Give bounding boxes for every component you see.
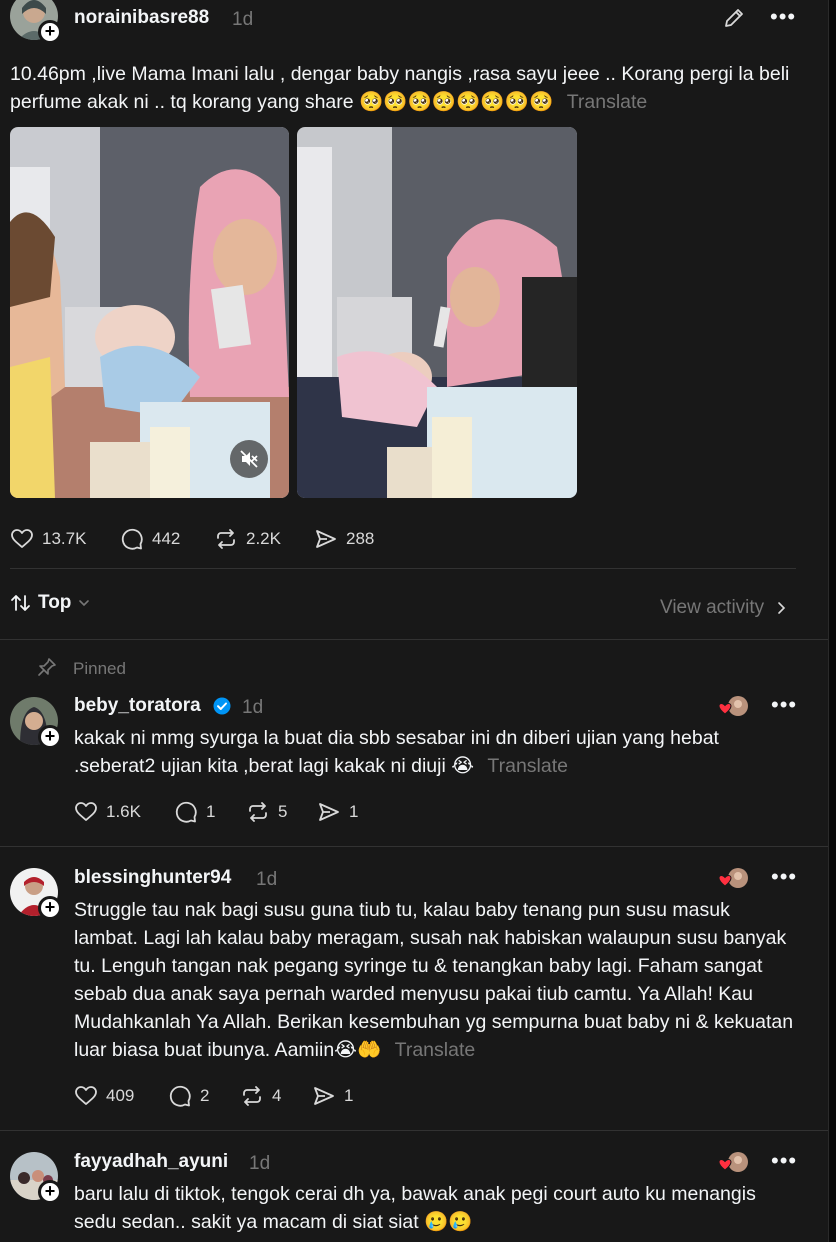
share-count: 288 <box>346 529 375 548</box>
divider <box>0 846 828 847</box>
comment-username[interactable]: beby_toratora <box>74 695 201 717</box>
heart-icon <box>75 802 97 821</box>
follow-plus-icon[interactable]: + <box>38 20 62 44</box>
share-button[interactable]: 1 <box>317 800 358 824</box>
share-button[interactable]: 1 <box>312 1084 353 1108</box>
comment-translate-link[interactable]: Translate <box>395 1039 476 1061</box>
reply-button[interactable]: 1 <box>174 800 215 824</box>
comment-avatar[interactable]: + <box>10 868 62 920</box>
repost-button[interactable]: 2.2K <box>214 527 281 551</box>
follow-plus-icon[interactable]: + <box>38 725 62 749</box>
window-edge <box>828 0 836 1242</box>
like-button[interactable]: 409 <box>74 1084 134 1108</box>
share-count: 1 <box>349 802 359 821</box>
like-count: 409 <box>106 1086 135 1105</box>
comment-text-block: Struggle tau nak bagi susu guna tiub tu,… <box>74 896 796 1064</box>
sort-dropdown[interactable]: Top <box>10 592 91 614</box>
edit-pencil-icon[interactable] <box>722 6 746 30</box>
repost-icon <box>243 1086 261 1106</box>
author-liked-indicator <box>718 868 748 888</box>
comment-avatar[interactable]: + <box>10 1152 62 1204</box>
author-liked-indicator <box>718 696 748 716</box>
comment-text: baru lalu di tiktok, tengok cerai dh ya,… <box>74 1183 756 1233</box>
comment-time: 1d <box>242 697 264 718</box>
pinned-label: Pinned <box>73 659 126 678</box>
post-text: 10.46pm ,live Mama Imani lalu , dengar b… <box>10 63 790 113</box>
divider <box>10 568 796 569</box>
video-2-image <box>297 127 577 498</box>
post-translate-link[interactable]: Translate <box>567 91 648 113</box>
comment-more-icon[interactable]: ••• <box>771 694 797 716</box>
repost-button[interactable]: 4 <box>240 1084 281 1108</box>
comment-bubble-icon <box>121 528 143 550</box>
chevron-right-icon <box>778 602 786 614</box>
comment-text: kakak ni mmg syurga la buat dia sbb sesa… <box>74 727 719 777</box>
verified-badge-icon <box>213 697 231 715</box>
view-activity-link[interactable]: View activity <box>660 597 786 619</box>
sort-arrows-icon <box>11 595 30 611</box>
like-button[interactable]: 1.6K <box>74 800 141 824</box>
follow-plus-icon[interactable]: + <box>38 1180 62 1204</box>
heart-icon <box>11 529 33 548</box>
comment-bubble-icon <box>169 1085 191 1107</box>
comment-time: 1d <box>256 869 278 890</box>
repost-count: 4 <box>272 1086 282 1105</box>
divider <box>0 639 828 640</box>
follow-plus-icon[interactable]: + <box>38 896 62 920</box>
post-video-2[interactable] <box>297 127 577 498</box>
sort-label: Top <box>38 592 72 613</box>
like-count: 13.7K <box>42 529 87 548</box>
repost-count: 2.2K <box>246 529 281 548</box>
post-text-block: 10.46pm ,live Mama Imani lalu , dengar b… <box>10 60 800 116</box>
comment-avatar[interactable]: + <box>10 697 62 749</box>
post-video-1[interactable] <box>10 127 289 498</box>
reply-count: 442 <box>152 529 181 548</box>
send-icon <box>316 530 336 548</box>
comment-text-block: baru lalu di tiktok, tengok cerai dh ya,… <box>74 1180 796 1236</box>
reply-count: 2 <box>200 1086 210 1105</box>
divider <box>0 1130 828 1131</box>
comment-username[interactable]: fayyadhah_ayuni <box>74 1151 228 1173</box>
speaker-muted-icon <box>240 450 258 468</box>
post-author-avatar[interactable]: + <box>10 0 62 44</box>
heart-icon <box>75 1086 97 1105</box>
like-button[interactable]: 13.7K <box>10 527 86 551</box>
like-count: 1.6K <box>106 802 141 821</box>
author-liked-indicator <box>718 1152 748 1172</box>
mute-button[interactable] <box>230 440 268 478</box>
post-username[interactable]: norainibasre88 <box>74 7 209 29</box>
comment-more-icon[interactable]: ••• <box>771 1150 797 1172</box>
share-count: 1 <box>344 1086 354 1105</box>
comment-bubble-icon <box>175 801 197 823</box>
share-button[interactable]: 288 <box>314 527 374 551</box>
reply-button[interactable]: 2 <box>168 1084 209 1108</box>
comment-time: 1d <box>249 1153 271 1174</box>
pin-icon <box>38 658 56 676</box>
comment-username[interactable]: blessinghunter94 <box>74 867 231 889</box>
comment-more-icon[interactable]: ••• <box>771 866 797 888</box>
chevron-down-icon <box>79 600 90 607</box>
repost-count: 5 <box>278 802 288 821</box>
post-more-icon[interactable]: ••• <box>770 6 796 28</box>
post-time: 1d <box>232 9 254 30</box>
repost-icon <box>217 529 235 549</box>
comment-text: Struggle tau nak bagi susu guna tiub tu,… <box>74 899 794 1061</box>
reply-count: 1 <box>206 802 216 821</box>
reply-button[interactable]: 442 <box>120 527 180 551</box>
send-icon <box>319 803 339 821</box>
send-icon <box>314 1087 334 1105</box>
view-activity-label: View activity <box>660 597 765 618</box>
repost-icon <box>249 802 267 822</box>
repost-button[interactable]: 5 <box>246 800 287 824</box>
comment-text-block: kakak ni mmg syurga la buat dia sbb sesa… <box>74 724 786 780</box>
comment-translate-link[interactable]: Translate <box>487 755 568 777</box>
